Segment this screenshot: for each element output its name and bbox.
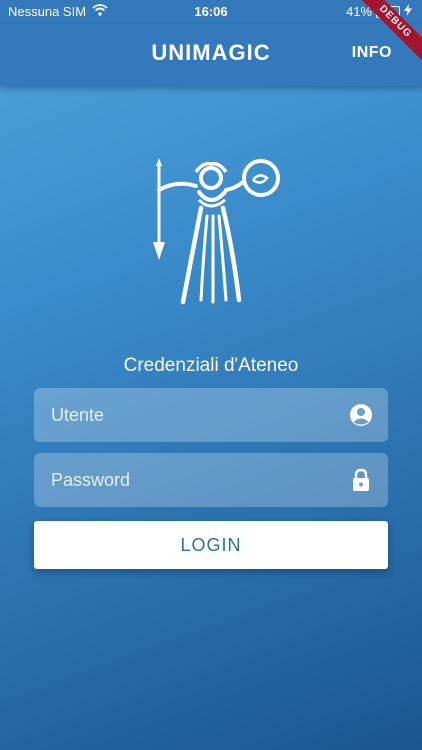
debug-label: DEBUG — [350, 0, 422, 67]
lock-icon — [353, 468, 369, 491]
minerva-logo-icon — [153, 158, 280, 305]
account-circle-icon — [350, 404, 372, 426]
credentials-title: Credenziali d'Ateneo — [123, 355, 299, 376]
login-button[interactable]: LOGIN — [34, 521, 388, 569]
username-field[interactable] — [34, 388, 388, 442]
password-field[interactable] — [34, 453, 388, 507]
debug-banner: DEBUG — [342, 0, 422, 80]
username-input[interactable] — [34, 388, 341, 442]
password-input[interactable] — [34, 453, 341, 507]
